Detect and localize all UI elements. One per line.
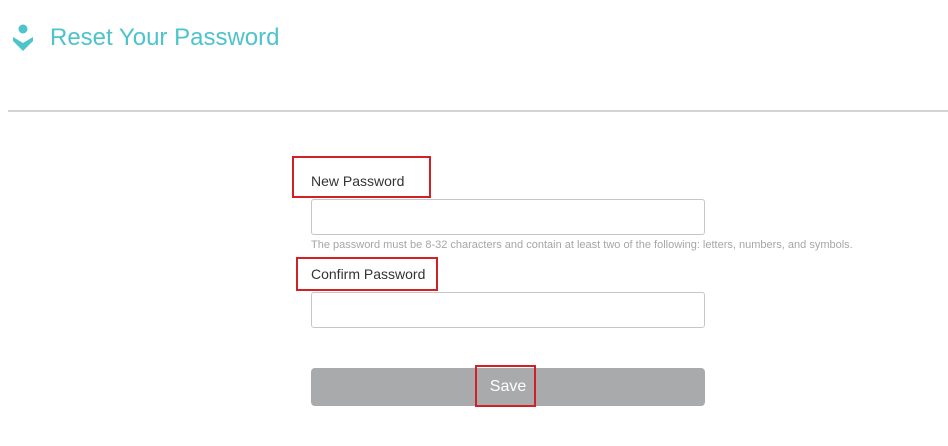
new-password-label: New Password [311,173,405,189]
confirm-password-input[interactable] [311,292,705,328]
header-divider [8,110,948,112]
save-button-highlight [475,365,536,407]
reset-password-page: Reset Your Password New Password The pas… [0,0,948,446]
confirm-password-label: Confirm Password [311,266,426,282]
page-title: Reset Your Password [50,24,280,51]
page-header: Reset Your Password [12,22,279,54]
new-password-input[interactable] [311,199,705,235]
user-icon [13,24,33,51]
password-hint: The password must be 8-32 characters and… [311,239,853,251]
